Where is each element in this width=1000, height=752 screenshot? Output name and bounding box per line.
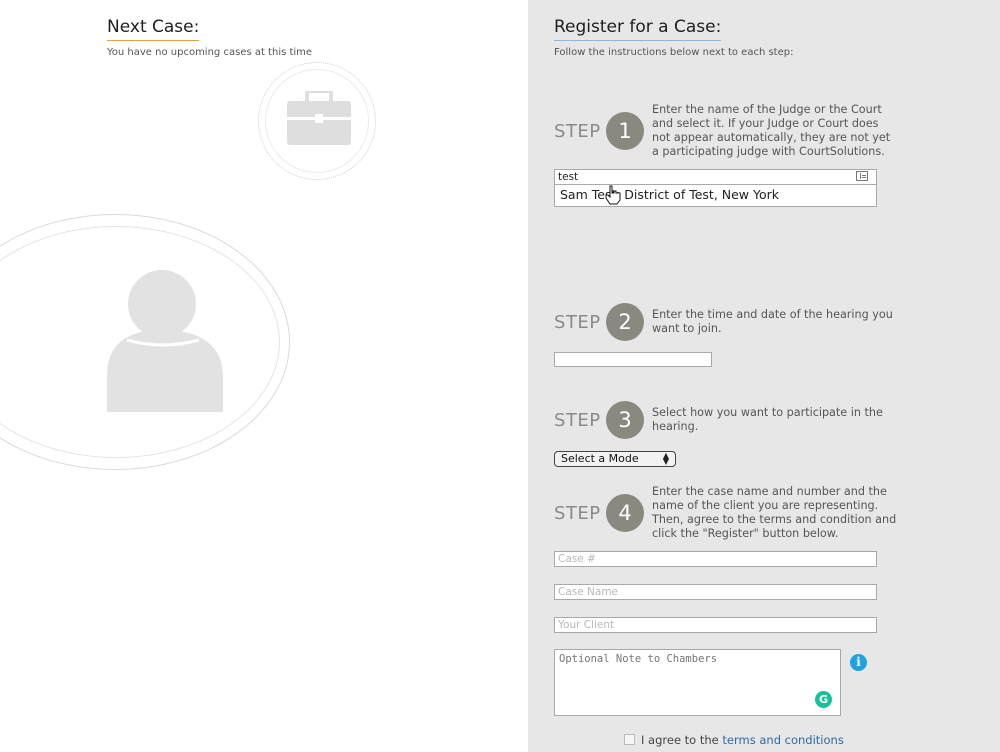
- next-case-panel: Next Case: You have no upcoming cases at…: [0, 0, 528, 752]
- step-number-badge: 4: [606, 494, 644, 532]
- empty-cases-message: You have no upcoming cases at this time: [107, 47, 313, 58]
- autofill-contact-icon[interactable]: [856, 171, 868, 181]
- step-label: STEP: [554, 503, 601, 524]
- step-label: STEP: [554, 312, 601, 333]
- step-instructions: Enter the time and date of the hearing y…: [652, 308, 893, 335]
- info-icon[interactable]: i: [850, 654, 867, 671]
- next-case-heading: Next Case:: [107, 17, 200, 41]
- terms-link[interactable]: terms and conditions: [722, 733, 843, 747]
- step-label: STEP: [554, 121, 601, 142]
- register-heading: Register for a Case:: [554, 17, 722, 41]
- step-number-badge: 1: [606, 112, 644, 150]
- case-name-input[interactable]: [554, 584, 877, 600]
- heading-underline: [554, 40, 722, 41]
- judge-suggestion-item[interactable]: Sam Test, District of Test, New York: [554, 185, 877, 207]
- step-instructions: Enter the name of the Judge or the Court…: [652, 103, 891, 158]
- terms-agreement: I agree to the terms and conditions: [624, 733, 844, 747]
- judge-search-input[interactable]: [554, 169, 877, 185]
- case-number-input[interactable]: [554, 551, 877, 567]
- briefcase-icon: [287, 91, 351, 145]
- hearing-datetime-input[interactable]: [554, 352, 712, 367]
- register-instructions: Follow the instructions below next to ea…: [554, 47, 794, 58]
- step-instructions: Enter the case name and number and the n…: [652, 485, 897, 540]
- heading-underline: [107, 40, 200, 41]
- agree-label: I agree to the: [641, 733, 719, 747]
- mode-select-value: Select a Mode: [561, 452, 639, 465]
- step-instructions: Select how you want to participate in th…: [652, 406, 883, 433]
- hand-pointer-cursor-icon: [605, 185, 621, 205]
- participation-mode-select[interactable]: Select a Mode ▲ ▼: [554, 451, 676, 467]
- step-number-badge: 2: [606, 303, 644, 341]
- step-label: STEP: [554, 410, 601, 431]
- briefcase-badge: [258, 62, 376, 180]
- select-arrows-icon: ▲ ▼: [662, 451, 669, 466]
- terms-checkbox[interactable]: [624, 734, 635, 745]
- user-avatar-icon: [107, 270, 223, 412]
- note-to-chambers-textarea[interactable]: [554, 649, 841, 716]
- register-panel: Register for a Case: Follow the instruct…: [528, 0, 1000, 752]
- grammarly-glyph: G: [818, 693, 829, 706]
- grammarly-icon[interactable]: G: [815, 691, 832, 708]
- step-number-badge: 3: [606, 401, 644, 439]
- client-input[interactable]: [554, 617, 877, 633]
